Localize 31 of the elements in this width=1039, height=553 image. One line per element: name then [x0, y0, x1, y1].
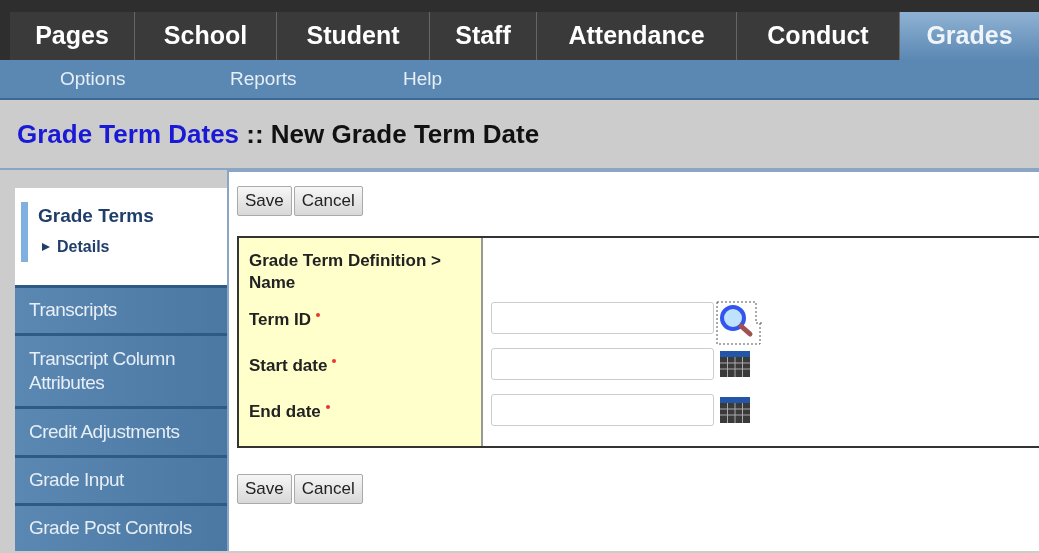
selection-bar [21, 202, 28, 262]
calendar-icon[interactable] [720, 351, 750, 377]
sidebar-item[interactable]: Grade Terms Details [15, 188, 227, 285]
sidebar-item-label: Grade Terms [38, 204, 154, 228]
text-field[interactable] [491, 348, 714, 380]
form-button[interactable]: Cancel [293, 186, 363, 216]
form-button[interactable]: Save [237, 186, 292, 216]
field-label: Term ID [249, 309, 312, 332]
nav-tab[interactable]: Pages [10, 12, 135, 60]
nav-tab[interactable]: Student [277, 12, 430, 60]
calendar-icon[interactable] [720, 397, 750, 423]
page-title: Grade Term Dates :: New Grade Term Date [17, 117, 540, 151]
sidebar-subitem[interactable]: Details [57, 234, 110, 259]
bullet-icon [42, 242, 50, 251]
form-button[interactable]: Cancel [293, 474, 363, 504]
nav-tab[interactable]: Conduct [737, 12, 900, 60]
field-label: Start date [249, 355, 328, 378]
sidebar-item[interactable]: Credit Adjustments [15, 406, 227, 455]
section-heading: Grade Term Definition > Name [249, 250, 442, 294]
field-label: End date [249, 401, 321, 424]
search-icon[interactable] [716, 301, 762, 345]
sidebar-item[interactable]: Grade Input [15, 454, 227, 503]
nav-tab[interactable]: Staff [430, 12, 537, 60]
nav-tab[interactable]: Attendance [537, 12, 737, 60]
breadcrumb-link[interactable]: Grade Term Dates [17, 118, 240, 149]
text-field[interactable] [491, 394, 714, 426]
form-button[interactable]: Save [237, 474, 292, 504]
nav-tab[interactable]: School [135, 12, 277, 60]
sidebar-item[interactable]: Grade Post Controls [15, 502, 227, 551]
sidebar-item[interactable]: Transcript Column Attributes [15, 333, 227, 407]
text-field[interactable] [491, 302, 714, 334]
